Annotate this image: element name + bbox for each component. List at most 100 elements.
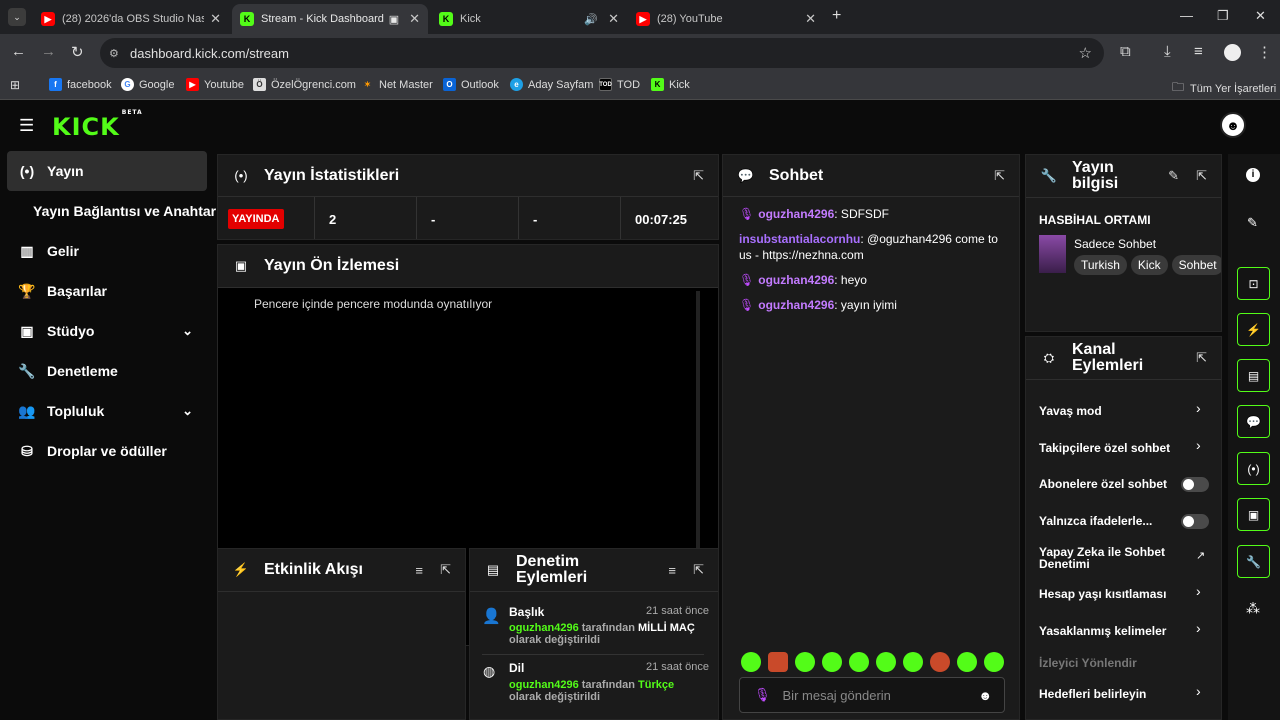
filter-icon[interactable]: ≡: [668, 563, 676, 578]
nav-revenue[interactable]: ▥ Gelir: [7, 231, 207, 271]
chat-username[interactable]: oguzhan4296: [758, 207, 834, 221]
mic-icon[interactable]: 🎙: [754, 687, 771, 703]
category-thumbnail[interactable]: [1039, 235, 1066, 273]
emoji-icon[interactable]: ☻: [978, 688, 992, 703]
speaker-icon[interactable]: 🔊: [584, 13, 598, 26]
external-link-icon[interactable]: ↗: [1196, 549, 1205, 562]
action-banned-words[interactable]: Yasaklanmış kelimeler: [1039, 624, 1166, 638]
bookmark-netmaster[interactable]: ✶ Net Master: [361, 78, 433, 91]
mod-user[interactable]: oguzhan4296: [509, 622, 579, 634]
chat-username[interactable]: oguzhan4296: [758, 273, 834, 287]
media-control-icon[interactable]: ≡: [1194, 43, 1203, 60]
site-info-icon[interactable]: ⚙: [109, 47, 119, 60]
emote-icon[interactable]: [957, 652, 977, 672]
expand-icon[interactable]: ⇱: [693, 168, 704, 184]
window-close-icon[interactable]: ✕: [1255, 8, 1266, 24]
emotes-only-toggle[interactable]: [1181, 514, 1209, 529]
browser-tab-youtube[interactable]: ▶ (28) YouTube ✕: [628, 4, 824, 34]
emote-icon[interactable]: [849, 652, 869, 672]
emote-icon[interactable]: [903, 652, 923, 672]
bookmark-tod[interactable]: TOD TOD: [599, 78, 640, 91]
bookmark-aday-sayfam[interactable]: e Aday Sayfam: [510, 78, 593, 91]
picture-in-picture-icon[interactable]: ▣: [389, 13, 399, 26]
close-icon[interactable]: ✕: [210, 11, 221, 27]
expand-icon[interactable]: ⇱: [1196, 350, 1207, 366]
browser-menu-icon[interactable]: ⋮: [1257, 43, 1272, 61]
chat-input[interactable]: 🎙 Bir mesaj gönderin ☻: [739, 677, 1005, 713]
nav-stream[interactable]: (•) Yayın: [7, 151, 207, 191]
tab-search-button[interactable]: ⌄: [8, 8, 26, 26]
extensions-icon[interactable]: ⧉: [1120, 43, 1131, 60]
emote-icon[interactable]: [822, 652, 842, 672]
bookmark-outlook[interactable]: O Outlook: [443, 78, 499, 91]
back-arrow-icon[interactable]: ←: [11, 43, 26, 60]
filter-icon[interactable]: ≡: [415, 563, 423, 578]
profile-icon[interactable]: [1224, 44, 1241, 61]
pencil-icon[interactable]: ✎: [1247, 215, 1258, 231]
nav-stream-key[interactable]: Yayın Bağlantısı ve Anahtarı: [7, 191, 220, 231]
bookmark-star-icon[interactable]: ☆: [1079, 44, 1092, 62]
close-icon[interactable]: ✕: [409, 11, 420, 27]
action-slow-mode[interactable]: Yavaş mod: [1039, 404, 1102, 418]
rail-film-icon[interactable]: ▣: [1237, 498, 1270, 531]
maximize-icon[interactable]: ❐: [1217, 8, 1229, 24]
mod-user[interactable]: oguzhan4296: [509, 679, 579, 691]
download-icon[interactable]: ⤓: [1164, 43, 1171, 60]
emote-icon[interactable]: [795, 652, 815, 672]
action-goals[interactable]: Hedefleri belirleyin: [1039, 687, 1146, 701]
rail-camera-icon[interactable]: ⊡: [1237, 267, 1270, 300]
browser-tab-kick[interactable]: K Kick 🔊 ✕: [431, 4, 627, 34]
browser-tab-obs[interactable]: ▶ (28) 2026'da OBS Studio Nasıl K ✕: [33, 4, 229, 34]
chevron-right-icon[interactable]: ›: [1196, 583, 1201, 599]
bookmark-youtube[interactable]: ▶ Youtube: [186, 78, 244, 91]
forward-arrow-icon[interactable]: →: [41, 43, 56, 60]
emote-icon[interactable]: [876, 652, 896, 672]
info-icon[interactable]: i: [1246, 168, 1260, 182]
nav-achievements[interactable]: 🏆 Başarılar: [7, 271, 207, 311]
subscribers-only-toggle[interactable]: [1181, 477, 1209, 492]
rail-lightning-icon[interactable]: ⚡: [1237, 313, 1270, 346]
emote-icon[interactable]: [930, 652, 950, 672]
chevron-right-icon[interactable]: ›: [1196, 400, 1201, 416]
chat-username[interactable]: oguzhan4296: [758, 298, 834, 312]
pencil-icon[interactable]: ✎: [1168, 168, 1179, 184]
new-tab-button[interactable]: +: [832, 7, 841, 25]
tag[interactable]: Turkish: [1074, 255, 1127, 275]
expand-icon[interactable]: ⇱: [440, 562, 451, 578]
bookmark-ozelogrenci[interactable]: Ö ÖzelÖgrenci.com: [253, 78, 356, 91]
rail-more-icon[interactable]: ⁂: [1246, 600, 1260, 617]
nav-drops[interactable]: ⛁ Droplar ve ödüller: [7, 431, 207, 471]
bookmark-facebook[interactable]: f facebook: [49, 78, 112, 91]
expand-icon[interactable]: ⇱: [1196, 168, 1207, 184]
rail-broadcast-icon[interactable]: (•): [1237, 452, 1270, 485]
rail-document-icon[interactable]: ▤: [1237, 359, 1270, 392]
emote-icon[interactable]: [984, 652, 1004, 672]
action-account-age[interactable]: Hesap yaşı kısıtlaması: [1039, 587, 1166, 601]
minimize-icon[interactable]: —: [1180, 8, 1193, 23]
emote-icon[interactable]: [768, 652, 788, 672]
chevron-right-icon[interactable]: ›: [1196, 620, 1201, 636]
chat-username[interactable]: insubstantialacornhu: [739, 232, 860, 246]
browser-tab-kick-dashboard[interactable]: K Stream - Kick Dashboard ▣ ✕: [232, 4, 428, 34]
rail-wrench-icon[interactable]: 🔧: [1237, 545, 1270, 578]
chevron-right-icon[interactable]: ›: [1196, 437, 1201, 453]
emote-icon[interactable]: [741, 652, 761, 672]
nav-studio[interactable]: ▣ Stüdyo ⌄: [7, 311, 207, 351]
kick-logo[interactable]: KICKBETA: [52, 109, 142, 141]
action-followers-only[interactable]: Takipçilere özel sohbet: [1039, 441, 1170, 455]
expand-icon[interactable]: ⇱: [994, 168, 1005, 184]
close-icon[interactable]: ✕: [608, 11, 619, 27]
expand-icon[interactable]: ⇱: [693, 562, 704, 578]
tag[interactable]: Kick: [1130, 255, 1168, 275]
user-avatar[interactable]: ☻: [1220, 112, 1246, 138]
action-ai-moderation[interactable]: Yapay Zeka ile Sohbet Denetimi: [1039, 546, 1179, 570]
close-icon[interactable]: ✕: [805, 11, 816, 27]
chevron-right-icon[interactable]: ›: [1196, 683, 1201, 699]
reload-icon[interactable]: ↻: [71, 43, 84, 61]
hamburger-menu-icon[interactable]: ☰: [19, 116, 34, 136]
category-name[interactable]: Sadece Sohbet: [1074, 237, 1156, 251]
nav-community[interactable]: 👥 Topluluk ⌄: [7, 391, 207, 431]
bookmark-google[interactable]: G Google: [121, 78, 174, 91]
url-field[interactable]: ⚙ dashboard.kick.com/stream ☆: [100, 38, 1104, 68]
all-bookmarks[interactable]: 🗀 Tüm Yer İşaretleri: [1172, 78, 1276, 99]
